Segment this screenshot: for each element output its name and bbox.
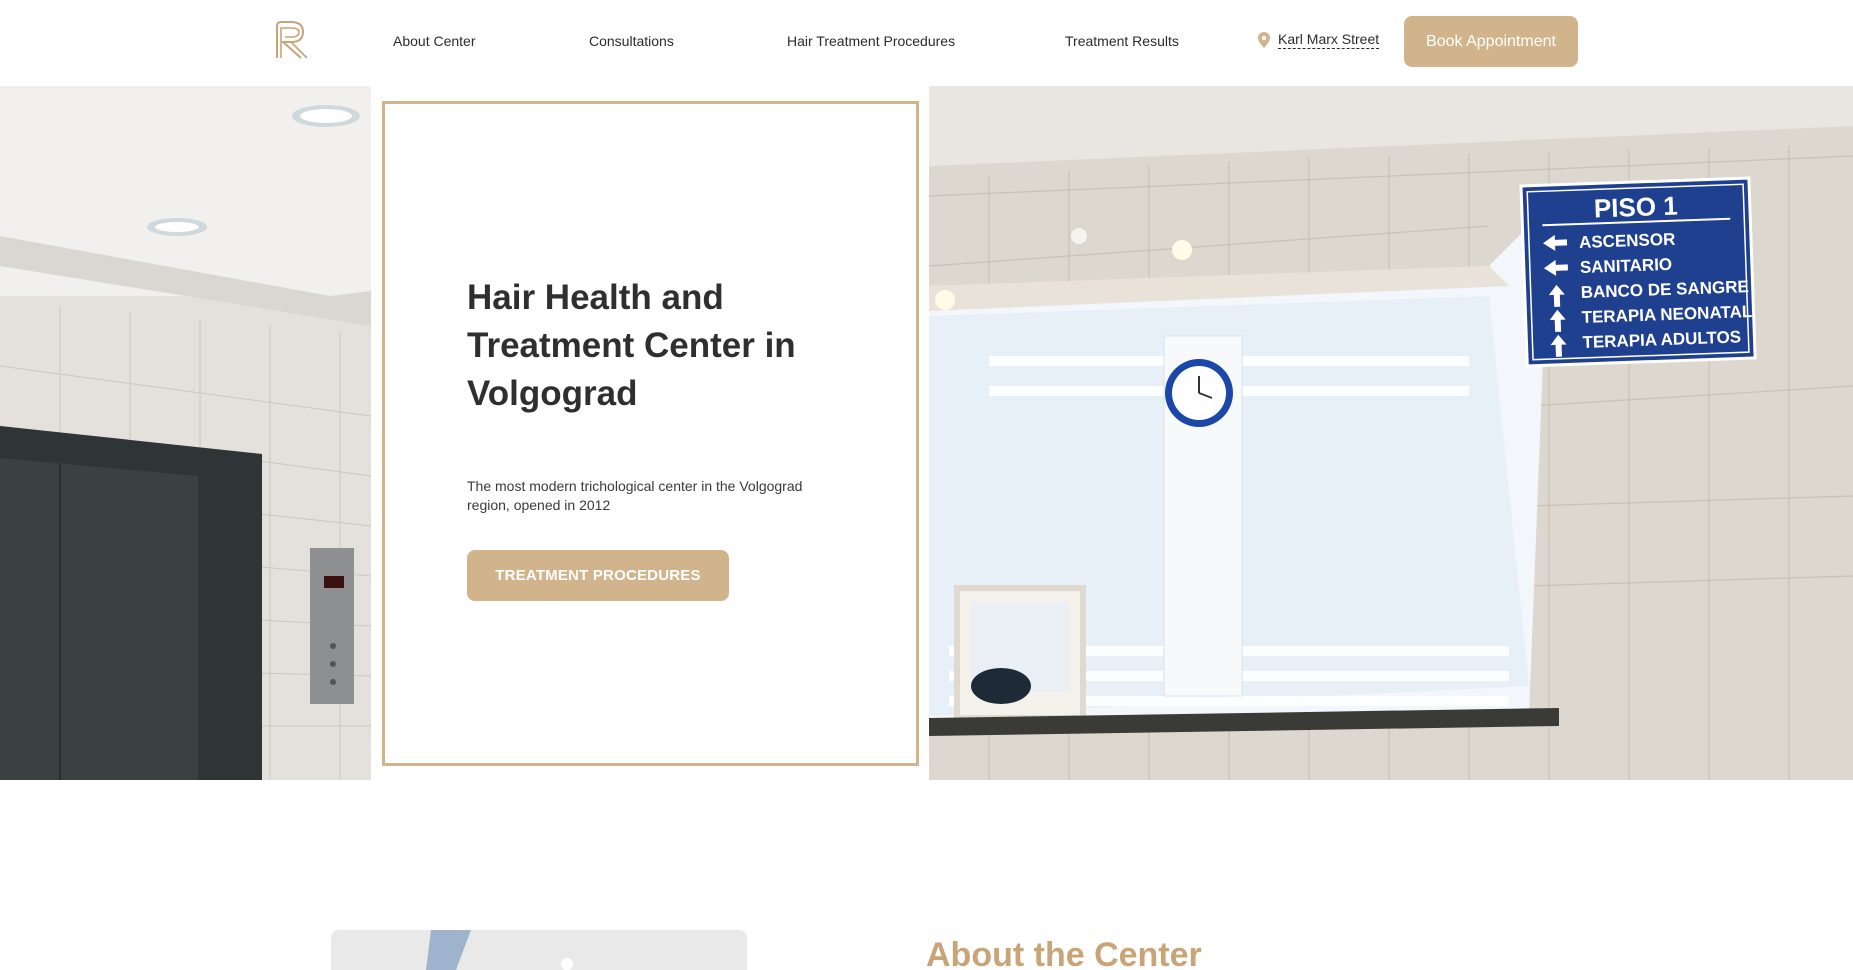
nav-about-center[interactable]: About Center (393, 33, 476, 49)
ceiling-photo (331, 930, 747, 970)
hero-section: Hair Health and Treatment Center in Volg… (0, 86, 1853, 780)
hero-subtitle: The most modern trichological center in … (467, 478, 803, 513)
sign-title: PISO 1 (1593, 191, 1678, 224)
logo[interactable] (273, 20, 309, 60)
hero-photo-right: PISO 1 ASCENSOR SANITARIO BANCO DE SANGR… (929, 86, 1853, 780)
about-section-title: About the Center (926, 936, 1202, 970)
address-link[interactable]: Karl Marx Street (1258, 31, 1380, 49)
nav-hair-treatment-procedures[interactable]: Hair Treatment Procedures (787, 33, 955, 49)
elevator-photo (0, 86, 371, 780)
nav-treatment-results[interactable]: Treatment Results (1065, 33, 1179, 49)
sign-item: ASCENSOR (1579, 230, 1676, 252)
hero-card: Hair Health and Treatment Center in Volg… (382, 101, 919, 766)
about-photo (331, 930, 747, 970)
floor-sign: PISO 1 ASCENSOR SANITARIO BANCO DE SANGR… (1519, 176, 1757, 368)
nav-consultations[interactable]: Consultations (589, 33, 674, 49)
treatment-procedures-button[interactable]: TREATMENT PROCEDURES (467, 550, 729, 601)
sign-item: SANITARIO (1580, 255, 1673, 277)
address-text[interactable]: Karl Marx Street (1278, 31, 1380, 49)
hero-title: Hair Health and Treatment Center in Volg… (467, 278, 796, 413)
reception-photo: PISO 1 ASCENSOR SANITARIO BANCO DE SANGR… (929, 86, 1853, 780)
book-appointment-button[interactable]: Book Appointment (1404, 16, 1578, 67)
map-pin-icon (1258, 32, 1270, 48)
hero-photo-left (0, 86, 371, 780)
site-header: About Center Consultations Hair Treatmen… (0, 0, 1853, 86)
